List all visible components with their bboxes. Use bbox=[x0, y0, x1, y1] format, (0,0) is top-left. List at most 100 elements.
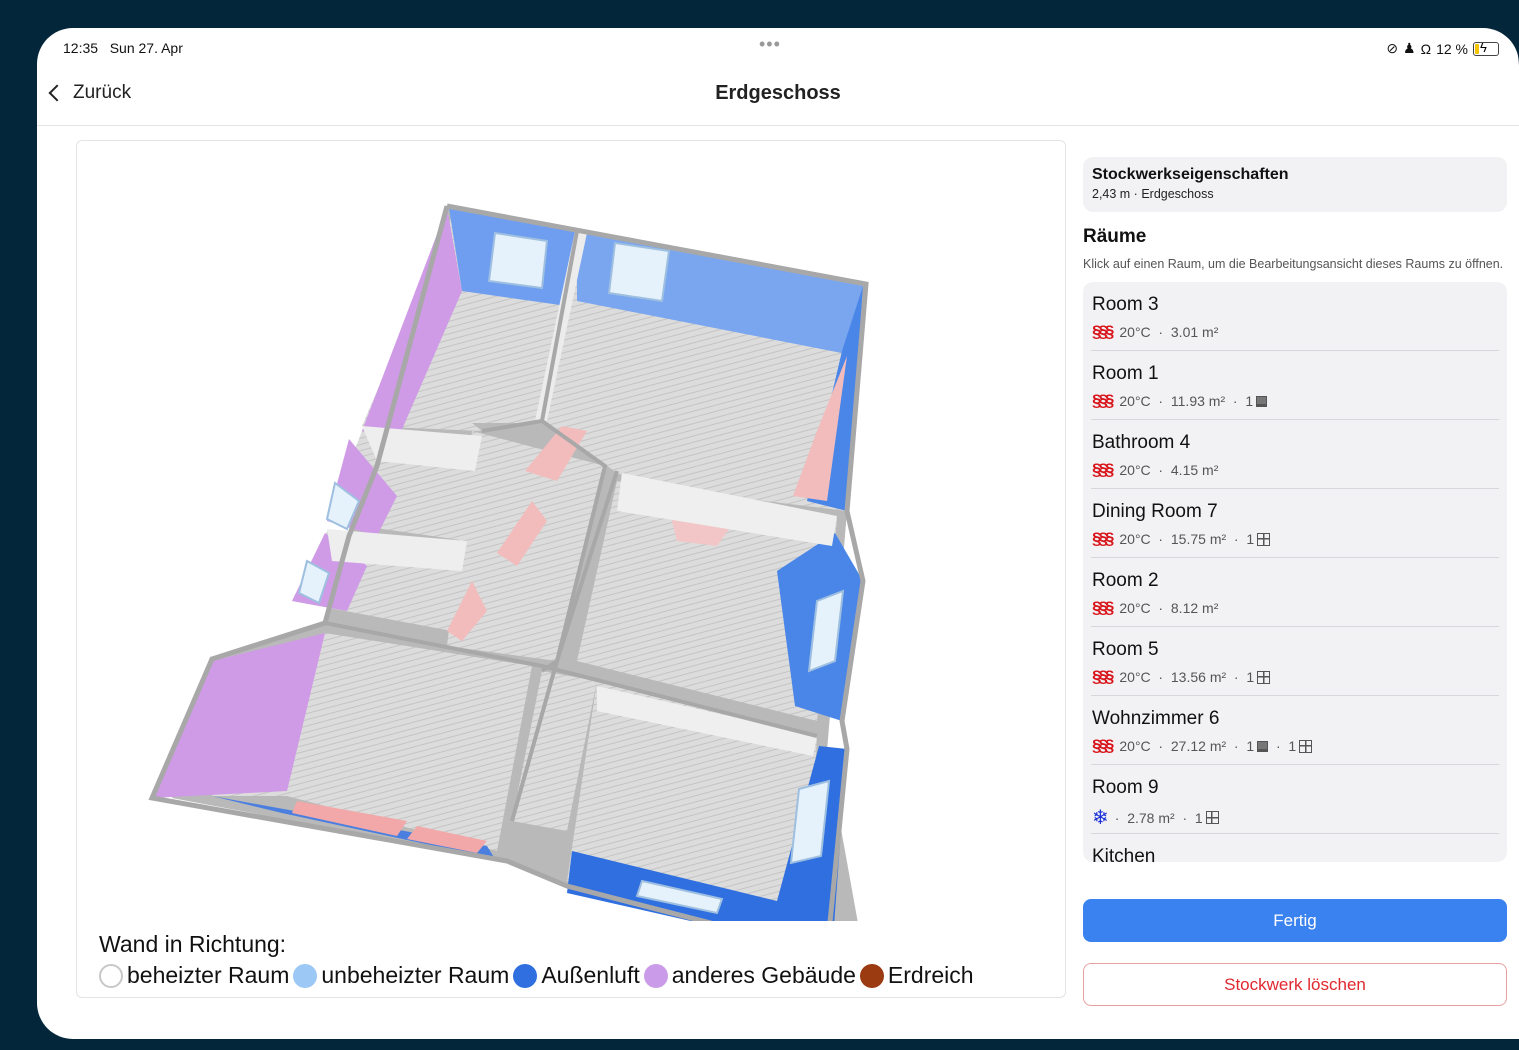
legend-label: Erdreich bbox=[887, 962, 974, 988]
room-temp: 20°C bbox=[1119, 600, 1151, 616]
room-name: Room 5 bbox=[1092, 639, 1159, 660]
device-frame: 12:35 Sun 27. Apr ••• ⊘ ♟ Ω 12 % ϟ Zurüc… bbox=[16, 6, 1519, 1050]
legend-title: Wand in Richtung: bbox=[99, 931, 287, 957]
rooms-hint: Klick auf einen Raum, um die Bearbeitung… bbox=[1083, 257, 1504, 271]
app-screen: 12:35 Sun 27. Apr ••• ⊘ ♟ Ω 12 % ϟ Zurüc… bbox=[37, 28, 1519, 1039]
room-name: Room 9 bbox=[1092, 777, 1159, 798]
legend-items: beheizter Raum unbeheizter Raum Außenluf… bbox=[99, 962, 978, 989]
room-name: Kitchen bbox=[1092, 846, 1156, 862]
room-temp: 20°C bbox=[1119, 393, 1151, 409]
heating-icon: §§§ bbox=[1092, 391, 1114, 410]
heating-icon: §§§ bbox=[1092, 736, 1114, 755]
room-name: Room 2 bbox=[1092, 570, 1159, 591]
window-count: 1 bbox=[1246, 669, 1255, 685]
heating-icon: §§§ bbox=[1092, 460, 1114, 479]
navigation-bar: Zurück Erdgeschoss bbox=[37, 70, 1519, 126]
done-button[interactable]: Fertig bbox=[1083, 899, 1507, 942]
legend-item: Außenluft bbox=[513, 962, 640, 989]
legend-item: Erdreich bbox=[859, 962, 974, 989]
room-temp: 20°C bbox=[1119, 738, 1151, 754]
legend-item: unbeheizter Raum bbox=[293, 962, 509, 989]
legend-label: anderes Gebäude bbox=[671, 962, 856, 988]
person-icon: ♟ bbox=[1403, 40, 1416, 56]
floor-plan-3d[interactable] bbox=[77, 141, 1065, 921]
other-building-dot bbox=[643, 963, 668, 988]
page-title: Erdgeschoss bbox=[715, 82, 841, 104]
room-name: Room 1 bbox=[1092, 363, 1159, 384]
link-icon: ⊘ bbox=[1386, 40, 1399, 56]
room-meta: §§§ 20°C · 27.12 m² · 1 · 1 bbox=[1092, 736, 1499, 756]
outside-air-dot bbox=[513, 963, 538, 988]
room-meta: §§§ 20°C · 3.01 m² bbox=[1092, 322, 1219, 341]
room-row[interactable]: Room 9 ❄ · 2.78 m² · 1 bbox=[1091, 765, 1499, 834]
window-count: 1 bbox=[1246, 531, 1255, 547]
ground-dot bbox=[859, 963, 884, 988]
window-icon bbox=[1299, 739, 1313, 753]
wall-legend: Wand in Richtung: beheizter Raum unbehei… bbox=[99, 931, 978, 989]
properties-subtitle: 2,43 m · Erdgeschoss bbox=[1092, 187, 1214, 201]
legend-label: Außenluft bbox=[541, 962, 640, 988]
window-icon bbox=[1257, 670, 1271, 684]
window-count: 1 bbox=[1194, 809, 1203, 826]
floor-properties-card[interactable]: Stockwerkseigenschaften 2,43 m · Erdgesc… bbox=[1083, 157, 1507, 212]
room-temp: 20°C bbox=[1119, 324, 1151, 340]
window-icon bbox=[1257, 532, 1271, 546]
rooms-list[interactable]: Room 3 §§§ 20°C · 3.01 m² Room 1 §§§ 20°C … bbox=[1083, 282, 1507, 862]
legend-item: beheizter Raum bbox=[99, 962, 289, 989]
room-row[interactable]: Wohnzimmer 6 §§§ 20°C · 27.12 m² · 1 · 1 bbox=[1091, 696, 1499, 765]
room-area: 8.12 m² bbox=[1170, 600, 1219, 616]
side-panel: Stockwerkseigenschaften 2,43 m · Erdgesc… bbox=[1083, 157, 1507, 862]
battery-icon: ϟ bbox=[1473, 40, 1499, 56]
room-area: 2.78 m² bbox=[1127, 809, 1175, 826]
room-row[interactable]: Room 1 §§§ 20°C · 11.93 m² · 1 bbox=[1091, 351, 1499, 420]
multitask-dots[interactable]: ••• bbox=[759, 34, 781, 55]
room-row[interactable]: Bathroom 4 §§§ 20°C · 4.15 m² bbox=[1091, 420, 1499, 489]
room-meta: §§§ 20°C · 8.12 m² bbox=[1092, 598, 1219, 617]
room-area: 4.15 m² bbox=[1170, 462, 1219, 478]
door-icon bbox=[1256, 395, 1268, 407]
room-area: 27.12 m² bbox=[1170, 738, 1227, 754]
heating-icon: §§§ bbox=[1092, 322, 1114, 341]
room-row[interactable]: Kitchen bbox=[1091, 834, 1499, 862]
heating-icon: §§§ bbox=[1092, 598, 1114, 617]
status-indicators: ⊘ ♟ Ω 12 % ϟ bbox=[1386, 40, 1499, 57]
floor-plan-view[interactable]: Wand in Richtung: beheizter Raum unbehei… bbox=[76, 140, 1066, 998]
unheated-room-dot bbox=[293, 963, 318, 988]
delete-floor-button[interactable]: Stockwerk löschen bbox=[1083, 963, 1507, 1006]
room-meta: §§§ 20°C · 4.15 m² bbox=[1092, 460, 1219, 479]
properties-title: Stockwerkseigenschaften bbox=[1092, 166, 1289, 183]
battery-percent: 12 % bbox=[1436, 40, 1468, 57]
window-icon bbox=[1205, 811, 1219, 824]
room-area: 13.56 m² bbox=[1170, 669, 1227, 685]
room-row[interactable]: Room 3 §§§ 20°C · 3.01 m² bbox=[1091, 282, 1499, 351]
room-name: Dining Room 7 bbox=[1092, 501, 1218, 522]
window bbox=[487, 231, 549, 290]
room-temp: 20°C bbox=[1119, 462, 1151, 478]
heating-icon: §§§ bbox=[1092, 529, 1114, 548]
room-row[interactable]: Room 2 §§§ 20°C · 8.12 m² bbox=[1091, 558, 1499, 627]
room-row[interactable]: Dining Room 7 §§§ 20°C · 15.75 m² · 1 bbox=[1091, 489, 1499, 558]
legend-label: unbeheizter Raum bbox=[321, 962, 510, 988]
room-row[interactable]: Room 5 §§§ 20°C · 13.56 m² · 1 bbox=[1091, 627, 1499, 696]
room-meta: §§§ 20°C · 11.93 m² · 1 bbox=[1092, 391, 1499, 411]
room-meta: ❄ · 2.78 m² · 1 bbox=[1092, 805, 1499, 830]
room-name: Wohnzimmer 6 bbox=[1092, 708, 1220, 729]
window bbox=[607, 241, 671, 303]
room-meta: §§§ 20°C · 15.75 m² · 1 bbox=[1092, 529, 1499, 549]
heating-icon: §§§ bbox=[1092, 667, 1114, 686]
room-area: 15.75 m² bbox=[1170, 531, 1227, 547]
room-area: 11.93 m² bbox=[1170, 393, 1226, 409]
headphones-icon: Ω bbox=[1420, 40, 1432, 57]
rooms-title: Räume bbox=[1083, 226, 1147, 247]
room-temp: 20°C bbox=[1119, 531, 1151, 547]
window-count: 1 bbox=[1288, 738, 1297, 754]
legend-label: beheizter Raum bbox=[127, 962, 290, 988]
room-area: 3.01 m² bbox=[1170, 324, 1219, 340]
legend-item: anderes Gebäude bbox=[643, 962, 856, 989]
door-count: 1 bbox=[1246, 738, 1255, 754]
room-name: Room 3 bbox=[1092, 294, 1159, 315]
door-icon bbox=[1257, 740, 1269, 752]
status-time: 12:35 Sun 27. Apr bbox=[63, 40, 183, 56]
door-count: 1 bbox=[1245, 393, 1254, 409]
heated-room-dot bbox=[99, 963, 123, 988]
